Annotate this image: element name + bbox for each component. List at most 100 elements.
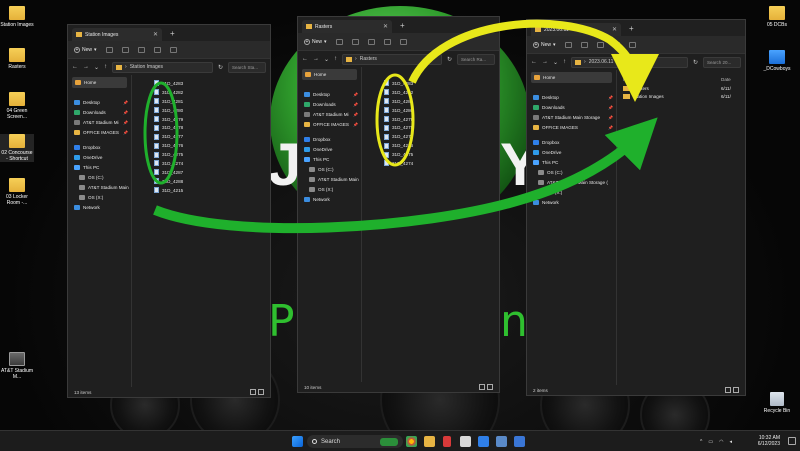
nav-item-att-main[interactable]: AT&T Stadium Main	[298, 174, 361, 184]
title-bar[interactable]: Rasters ✕ +	[298, 17, 499, 33]
refresh-icon[interactable]: ↻	[218, 64, 223, 71]
nav-item-os-c[interactable]: OS (C:)	[527, 167, 616, 177]
nav-item-office-images[interactable]: OFFICE IMAGES 📌	[298, 119, 361, 129]
tab-rasters[interactable]: Rasters ✕	[302, 20, 392, 33]
list-item[interactable]: 31D_4281	[368, 97, 493, 106]
close-tab-icon[interactable]: ✕	[383, 23, 388, 30]
nav-item-home[interactable]: Home	[72, 77, 127, 88]
nav-item-dropbox[interactable]: Dropbox	[68, 142, 131, 152]
nav-item-this-pc[interactable]: This PC	[298, 154, 361, 164]
share-icon[interactable]	[628, 41, 636, 48]
notification-icon[interactable]	[788, 437, 796, 445]
nav-item-os-x[interactable]: OS (X:)	[68, 192, 131, 202]
cut-icon[interactable]	[335, 38, 343, 45]
list-item[interactable]: 31D_4282	[138, 88, 264, 97]
copy-icon[interactable]	[351, 38, 359, 45]
up-arrow-icon[interactable]: ↑	[563, 59, 566, 65]
list-item[interactable]: 31D_4278	[138, 123, 264, 132]
forward-arrow-icon[interactable]: →	[83, 64, 89, 70]
desktop-icon-recycle-bin[interactable]: Recycle Bin	[760, 392, 794, 414]
tab-2023-06-11[interactable]: 2023.06.11 ✕	[531, 23, 621, 36]
list-item[interactable]: 31D_4288	[138, 177, 264, 186]
explorer-window-station-images[interactable]: Station Images ✕ + + New ▾ ← → ⌄ ↑ › Statio…	[67, 24, 271, 398]
list-item[interactable]: 31D_4215	[138, 186, 264, 195]
nav-item-home[interactable]: Home	[531, 72, 612, 83]
nav-item-onedrive[interactable]: OneDrive	[68, 152, 131, 162]
battery-icon[interactable]: ▭	[708, 439, 713, 445]
list-item[interactable]: 31D_4277	[138, 132, 264, 141]
windows-start-icon[interactable]	[292, 436, 303, 447]
list-item[interactable]: 31D_4280	[368, 106, 493, 115]
store-icon[interactable]	[460, 436, 471, 447]
back-arrow-icon[interactable]: ←	[302, 56, 308, 62]
forward-arrow-icon[interactable]: →	[313, 56, 319, 62]
list-item[interactable]: 31D_4274	[368, 159, 493, 168]
taskbar-search[interactable]: Search	[307, 435, 403, 448]
nav-item-os-x[interactable]: OS (X:)	[298, 184, 361, 194]
close-tab-icon[interactable]: ✕	[612, 26, 617, 33]
nav-item-desktop[interactable]: Desktop 📌	[527, 92, 616, 102]
column-header-date[interactable]: Date	[721, 77, 739, 82]
title-bar[interactable]: Station Images ✕ +	[68, 25, 270, 41]
rename-icon[interactable]	[612, 41, 620, 48]
file-explorer-icon[interactable]	[424, 436, 435, 447]
rename-icon[interactable]	[383, 38, 391, 45]
app-icon[interactable]	[443, 436, 451, 447]
clock[interactable]: 10:32 AM 6/12/2023	[758, 435, 780, 447]
nav-item-onedrive[interactable]: OneDrive	[527, 147, 616, 157]
close-tab-icon[interactable]: ✕	[153, 31, 158, 38]
new-tab-button[interactable]: +	[170, 29, 175, 38]
list-item[interactable]: 31D_4276	[368, 141, 493, 150]
explorer-window-rasters[interactable]: Rasters ✕ + + New ▾ ← → ⌄ ↑ › Rasters ↻ Sea…	[297, 16, 500, 393]
details-view-icon[interactable]	[479, 384, 485, 390]
refresh-icon[interactable]: ↻	[693, 59, 698, 66]
column-header-name[interactable]: Name	[623, 77, 721, 82]
nav-item-office-images[interactable]: OFFICE IMAGES 📌	[68, 127, 131, 137]
list-item[interactable]: 31D_4275	[368, 150, 493, 159]
share-icon[interactable]	[399, 38, 407, 45]
nav-item-desktop[interactable]: Desktop 📌	[298, 89, 361, 99]
nav-item-att-main[interactable]: AT&T Stadium Main	[68, 182, 131, 192]
list-item[interactable]: 31D_4275	[138, 150, 264, 159]
refresh-icon[interactable]: ↻	[447, 56, 452, 63]
list-item[interactable]: 31D_4276	[138, 141, 264, 150]
nav-item-office-images[interactable]: OFFICE IMAGES 📌	[527, 122, 616, 132]
desktop-icon-locker-room[interactable]: 03 Locker Room -...	[0, 178, 34, 206]
desktop-icon-dcowboys[interactable]: _DCowboys	[760, 50, 794, 72]
volume-icon[interactable]: ◂	[729, 439, 732, 445]
list-item[interactable]: 31D_4278	[368, 123, 493, 132]
nav-item-this-pc[interactable]: This PC	[527, 157, 616, 167]
list-item[interactable]: 31D_4283	[138, 79, 264, 88]
rename-icon[interactable]	[153, 46, 161, 53]
list-item[interactable]: 31D_4279	[368, 115, 493, 124]
list-item[interactable]: Station Images 6/11/	[623, 92, 739, 100]
nav-item-downloads[interactable]: Downloads 📌	[68, 107, 131, 117]
list-item[interactable]: 31D_4282	[368, 88, 493, 97]
title-bar[interactable]: 2023.06.11 ✕ +	[527, 20, 745, 36]
desktop-icon-dcbs[interactable]: 05 DCBs	[760, 6, 794, 28]
search-input[interactable]: Search 20...	[703, 56, 741, 68]
address-bar[interactable]: › Station Images	[112, 61, 213, 73]
cut-icon[interactable]	[105, 46, 113, 53]
list-item[interactable]: 31D_4279	[138, 115, 264, 124]
back-arrow-icon[interactable]: ←	[531, 59, 537, 65]
list-item[interactable]: 31D_4274	[138, 159, 264, 168]
mail-icon[interactable]	[478, 436, 489, 447]
nav-item-onedrive[interactable]: OneDrive	[298, 144, 361, 154]
nav-item-downloads[interactable]: Downloads 📌	[298, 99, 361, 109]
nav-item-desktop[interactable]: Desktop 📌	[68, 97, 131, 107]
paste-icon[interactable]	[596, 41, 604, 48]
tiles-view-icon[interactable]	[733, 387, 739, 393]
new-button[interactable]: + New ▾	[74, 46, 97, 53]
cut-icon[interactable]	[564, 41, 572, 48]
chevron-down-icon[interactable]: ⌄	[94, 64, 99, 71]
nav-item-att-stadium[interactable]: AT&T Stadium Mi 📌	[68, 117, 131, 127]
wifi-icon[interactable]: ◠	[719, 439, 723, 445]
list-item[interactable]: 31D_4280	[138, 106, 264, 115]
nav-item-att-stadium[interactable]: AT&T Stadium Main Storage 📌	[527, 112, 616, 122]
address-bar[interactable]: › 2023.06.11	[571, 56, 688, 68]
details-view-icon[interactable]	[250, 389, 256, 395]
tiles-view-icon[interactable]	[487, 384, 493, 390]
nav-item-network[interactable]: Network	[68, 202, 131, 212]
copy-icon[interactable]	[121, 46, 129, 53]
